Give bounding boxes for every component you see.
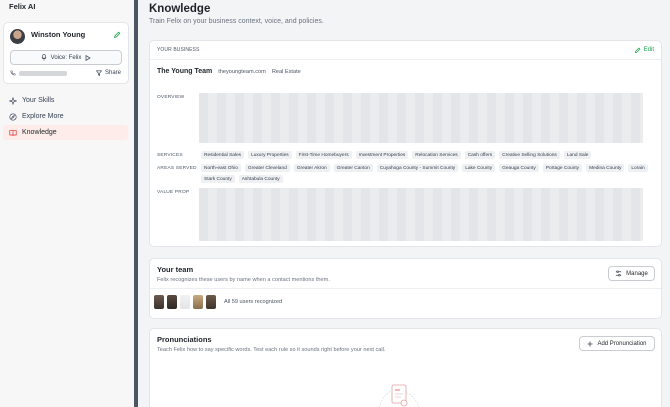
- pencil-icon[interactable]: [113, 31, 121, 39]
- sidebar-item-label: Knowledge: [22, 129, 57, 136]
- filter-icon: [95, 70, 102, 76]
- divider: [150, 288, 661, 289]
- area-tag: Greater Cleveland: [244, 164, 290, 172]
- phone-number-redacted: [19, 70, 67, 76]
- plus-icon: [587, 341, 593, 346]
- team-avatars: [154, 295, 216, 309]
- manage-label: Manage: [626, 270, 648, 277]
- service-tag: Cash offers: [464, 151, 496, 159]
- areas-tags: North-east Ohio Greater Cleveland Greate…: [201, 164, 651, 183]
- page-subtitle: Train Felix on your business context, vo…: [149, 18, 324, 25]
- manage-team-button[interactable]: Manage: [608, 266, 655, 281]
- pronunciations-subtitle: Teach Felix how to say specific words. T…: [157, 347, 386, 353]
- sidebar-nav: Your Skills Explore More Knowledge: [3, 93, 128, 141]
- edit-label: Edit: [643, 47, 654, 53]
- phone-row: [10, 70, 67, 76]
- business-card-header: YOUR BUSINESS Edit: [150, 41, 661, 60]
- share-label: Share: [104, 70, 121, 76]
- area-tag: Lake County: [462, 164, 496, 172]
- area-tag: Medina County: [586, 164, 625, 172]
- business-industry: Real Estate: [271, 69, 301, 75]
- business-name: The Young Team: [157, 68, 213, 75]
- pronunciations-card: Pronunciations Teach Felix how to say sp…: [149, 328, 662, 407]
- avatar: [167, 295, 177, 309]
- profile-name: Winston Young: [31, 30, 86, 39]
- overview-text-redacted: [199, 93, 643, 143]
- value-prop-text-redacted: [199, 188, 643, 241]
- team-subtitle: Felix recognizes these users by name whe…: [157, 277, 330, 283]
- area-tag: North-east Ohio: [201, 164, 241, 172]
- services-label: SERVICES: [157, 153, 183, 158]
- business-identity: The Young Team theyoungteam.com Real Est…: [157, 68, 301, 75]
- service-tag: Residential Sales: [201, 151, 245, 159]
- area-tag: Greater Akron: [293, 164, 330, 172]
- microphone-icon: [41, 54, 47, 61]
- service-tag: Creative Selling Solutions: [499, 151, 560, 159]
- business-website: theyoungteam.com: [218, 69, 266, 75]
- team-title: Your team: [157, 265, 194, 274]
- app-title: Felix AI: [9, 2, 36, 11]
- service-tag: Luxury Properties: [248, 151, 292, 159]
- add-pronunciation-label: Add Pronunciation: [597, 340, 647, 347]
- business-section-label: YOUR BUSINESS: [157, 47, 200, 53]
- area-tag: Portage County: [542, 164, 583, 172]
- add-pronunciation-button[interactable]: Add Pronunciation: [579, 336, 655, 351]
- team-count-text: All 59 users recognized: [224, 299, 283, 305]
- voice-button[interactable]: Voice: Felix: [10, 50, 122, 65]
- edit-business-button[interactable]: Edit: [634, 47, 654, 54]
- team-card: Your team Felix recognizes these users b…: [149, 258, 662, 319]
- sidebar-item-label: Your Skills: [22, 97, 55, 104]
- service-tag: Land Sale: [563, 151, 592, 159]
- sliders-icon: [616, 270, 622, 277]
- area-tag: Ashtabula County: [238, 175, 283, 183]
- pronunciations-title: Pronunciations: [157, 335, 212, 344]
- area-tag: Geauga County: [499, 164, 539, 172]
- area-tag: Greater Canton: [333, 164, 373, 172]
- area-tag: Stark County: [201, 175, 235, 183]
- sidebar-item-label: Explore More: [22, 113, 64, 120]
- page-title: Knowledge: [149, 3, 211, 15]
- areas-served-label: AREAS SERVED: [157, 166, 197, 171]
- profile-card: Winston Young Voice: Felix Share: [3, 22, 129, 84]
- book-icon: [9, 129, 17, 136]
- avatar[interactable]: [10, 29, 25, 44]
- share-button[interactable]: Share: [95, 70, 121, 76]
- avatar: [193, 295, 203, 309]
- service-tag: Relocation Services: [412, 151, 461, 159]
- service-tag: First-Time Homebuyers: [295, 151, 352, 159]
- play-icon: [85, 54, 92, 61]
- business-card: YOUR BUSINESS Edit The Young Team theyou…: [149, 40, 662, 247]
- area-tag: Cuyahoga County - Summit County: [376, 164, 459, 172]
- sparkle-icon: [9, 96, 17, 105]
- services-tags: Residential Sales Luxury Properties Firs…: [201, 151, 651, 159]
- sidebar-item-knowledge[interactable]: Knowledge: [3, 125, 128, 140]
- pencil-icon: [634, 47, 641, 53]
- compass-icon: [9, 112, 17, 121]
- overview-label: OVERVIEW: [157, 95, 185, 100]
- area-tag: Lorain: [628, 164, 648, 172]
- voice-label: Voice: Felix: [50, 54, 82, 61]
- empty-state-illustration: [378, 384, 420, 407]
- sidebar-item-explore-more[interactable]: Explore More: [3, 109, 128, 124]
- avatar: [180, 295, 190, 309]
- avatar: [206, 295, 216, 309]
- sidebar: Felix AI Winston Young Voice: Felix Shar…: [0, 0, 134, 407]
- phone-icon: [10, 70, 16, 76]
- avatar: [154, 295, 164, 309]
- service-tag: Investment Properties: [355, 151, 409, 159]
- sidebar-item-your-skills[interactable]: Your Skills: [3, 93, 128, 108]
- value-prop-label: VALUE PROP: [157, 190, 190, 195]
- main-content: Knowledge Train Felix on your business c…: [138, 0, 670, 407]
